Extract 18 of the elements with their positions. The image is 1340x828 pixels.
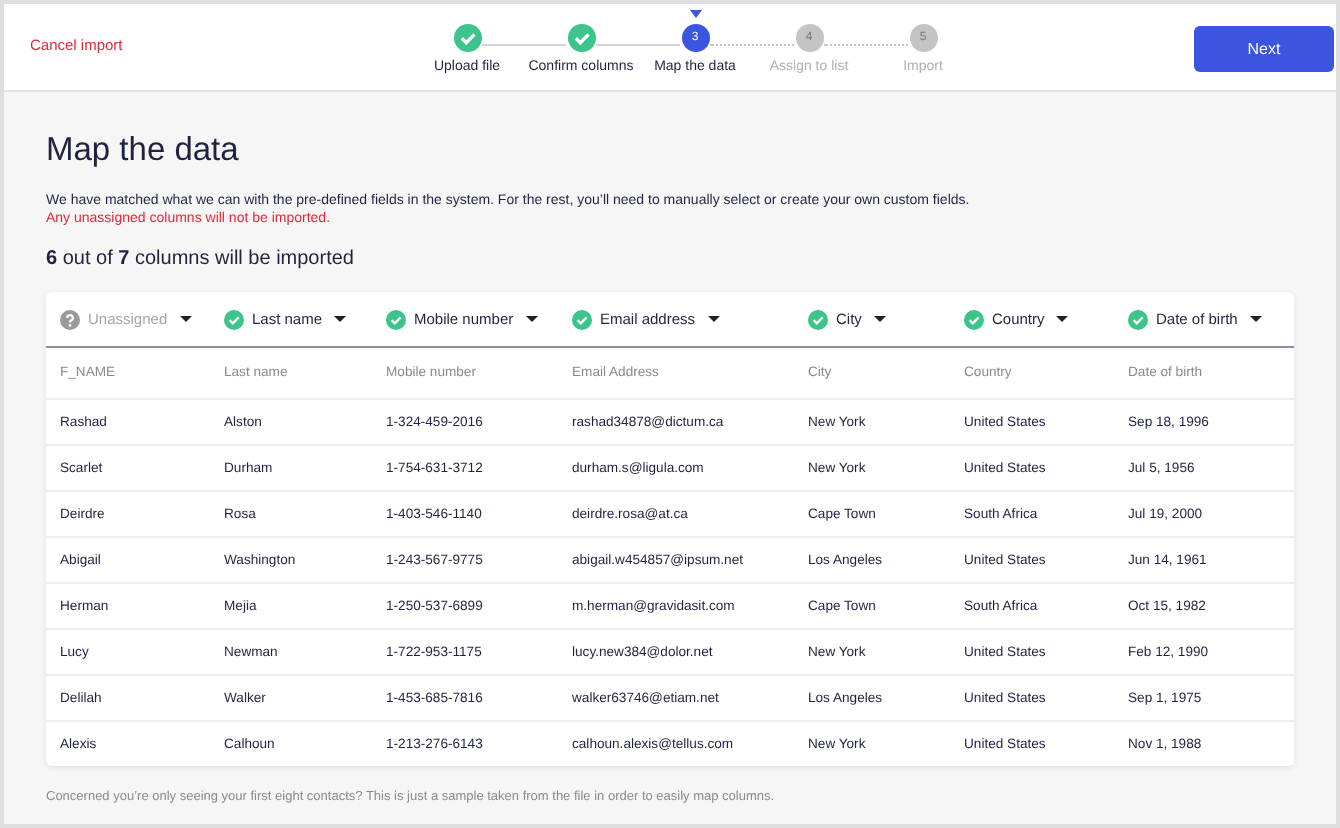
caret-icon xyxy=(334,316,347,322)
caret-icon xyxy=(525,316,538,322)
check-icon xyxy=(808,309,828,329)
caret-icon xyxy=(179,316,192,322)
question-icon xyxy=(60,309,80,329)
caret-icon xyxy=(707,316,720,322)
import-summary: 6 out of 7 columns will be imported xyxy=(46,248,356,270)
next-button[interactable]: Next xyxy=(1194,26,1334,72)
caret-icon xyxy=(1056,316,1069,322)
check-icon xyxy=(964,309,984,329)
caret-icon xyxy=(873,316,886,322)
caret-icon xyxy=(1249,316,1262,322)
page-title: Map the data xyxy=(46,132,241,170)
check-icon xyxy=(572,309,592,329)
check-icon xyxy=(1128,309,1148,329)
current-step-marker-icon xyxy=(689,10,701,18)
check-icon xyxy=(224,309,244,329)
check-icon xyxy=(386,309,406,329)
